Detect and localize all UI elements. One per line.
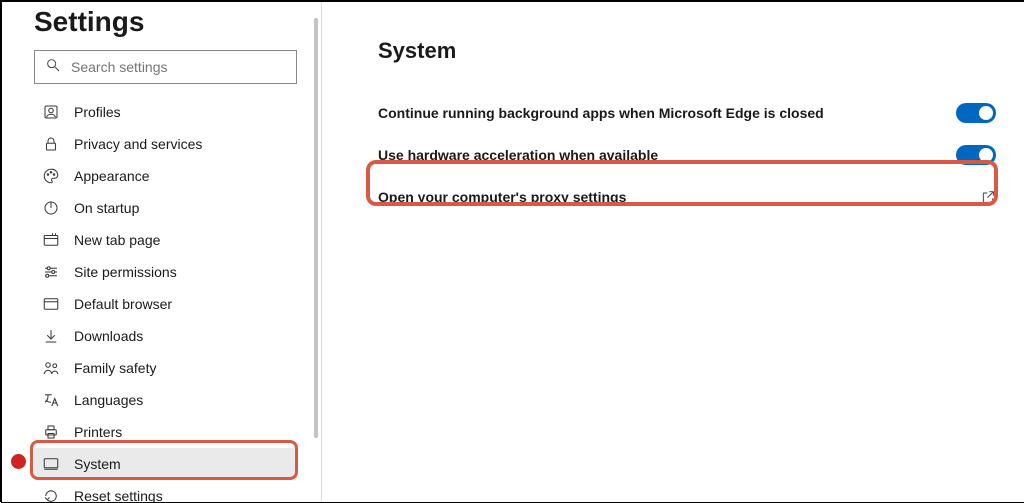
search-input[interactable]	[71, 59, 286, 75]
settings-content: System Continue running background apps …	[322, 2, 1024, 502]
sidebar-scrollbar[interactable]	[314, 18, 318, 438]
sidebar-item-label: Downloads	[74, 328, 143, 344]
settings-sidebar: Settings Profiles Privacy and services	[2, 2, 322, 502]
sidebar-item-label: System	[74, 456, 121, 472]
sidebar-item-label: New tab page	[74, 232, 160, 248]
search-icon	[45, 57, 61, 78]
family-icon	[42, 359, 60, 377]
setting-row-hardware-accel: Use hardware acceleration when available	[378, 134, 996, 176]
browser-icon	[42, 295, 60, 313]
profile-icon	[42, 103, 60, 121]
sidebar-item-defaultbrowser[interactable]: Default browser	[34, 288, 297, 320]
page-title: Settings	[34, 2, 297, 50]
sidebar-item-privacy[interactable]: Privacy and services	[34, 128, 297, 160]
sliders-icon	[42, 263, 60, 281]
sidebar-item-label: Privacy and services	[74, 136, 202, 152]
sidebar-item-label: Default browser	[74, 296, 172, 312]
sidebar-item-family[interactable]: Family safety	[34, 352, 297, 384]
external-link-icon	[980, 189, 996, 205]
setting-label: Use hardware acceleration when available	[378, 147, 658, 163]
sidebar-item-label: Reset settings	[74, 488, 163, 502]
annotation-step-marker	[11, 454, 26, 469]
sidebar-item-label: Profiles	[74, 104, 121, 120]
sidebar-item-downloads[interactable]: Downloads	[34, 320, 297, 352]
sidebar-item-label: Family safety	[74, 360, 156, 376]
power-icon	[42, 199, 60, 217]
toggle-background-apps[interactable]	[956, 103, 996, 123]
printer-icon	[42, 423, 60, 441]
sidebar-item-label: Appearance	[74, 168, 150, 184]
content-heading: System	[378, 38, 996, 64]
sidebar-item-appearance[interactable]: Appearance	[34, 160, 297, 192]
sidebar-item-onstartup[interactable]: On startup	[34, 192, 297, 224]
setting-label: Continue running background apps when Mi…	[378, 105, 824, 121]
sidebar-item-sitepermissions[interactable]: Site permissions	[34, 256, 297, 288]
sidebar-item-system[interactable]: System	[34, 448, 297, 480]
sidebar-item-label: Site permissions	[74, 264, 177, 280]
setting-row-proxy[interactable]: Open your computer's proxy settings	[378, 176, 996, 218]
search-input-wrap[interactable]	[34, 50, 297, 84]
download-icon	[42, 327, 60, 345]
sidebar-item-label: Languages	[74, 392, 143, 408]
reset-icon	[42, 487, 60, 502]
settings-nav: Profiles Privacy and services Appearance…	[34, 96, 297, 502]
sidebar-item-languages[interactable]: Languages	[34, 384, 297, 416]
sidebar-item-profiles[interactable]: Profiles	[34, 96, 297, 128]
sidebar-item-label: Printers	[74, 424, 122, 440]
language-icon	[42, 391, 60, 409]
palette-icon	[42, 167, 60, 185]
sidebar-item-label: On startup	[74, 200, 139, 216]
lock-icon	[42, 135, 60, 153]
newtab-icon	[42, 231, 60, 249]
setting-row-background-apps: Continue running background apps when Mi…	[378, 92, 996, 134]
toggle-hardware-accel[interactable]	[956, 145, 996, 165]
system-icon	[42, 455, 60, 473]
setting-label: Open your computer's proxy settings	[378, 189, 626, 205]
sidebar-item-newtab[interactable]: New tab page	[34, 224, 297, 256]
sidebar-item-reset[interactable]: Reset settings	[34, 480, 297, 502]
sidebar-item-printers[interactable]: Printers	[34, 416, 297, 448]
